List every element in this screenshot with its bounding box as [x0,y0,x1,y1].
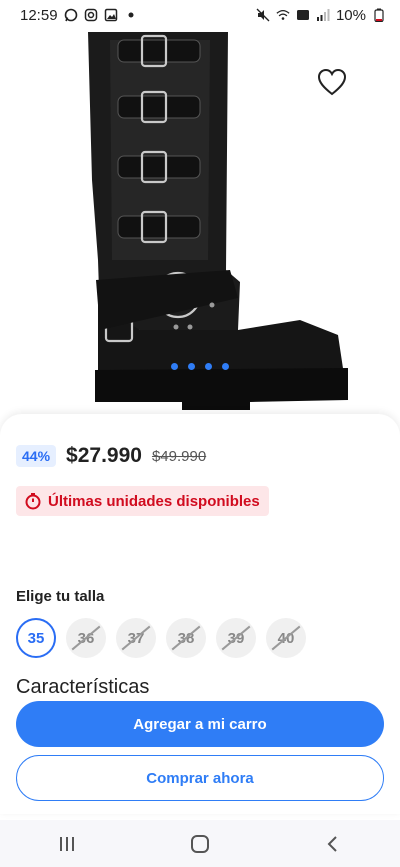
timer-icon [25,493,41,510]
carousel-dot[interactable] [205,363,212,370]
wifi-icon [276,8,290,22]
price-row: 44% $27.990 $49.990 [16,444,206,468]
notification-dot-icon [124,8,138,22]
recent-apps-button[interactable] [47,824,87,864]
product-image-gallery[interactable] [0,30,400,414]
size-option[interactable]: 35 [16,618,56,658]
gallery-icon [104,8,118,22]
signal-icon [316,8,330,22]
home-icon [190,834,209,853]
carousel-dot[interactable] [171,363,178,370]
back-button[interactable] [313,824,353,864]
status-time: 12:59 [20,6,58,24]
whatsapp-icon [64,8,78,22]
size-option[interactable]: 40 [266,618,306,658]
carousel-indicator [171,363,229,370]
size-option[interactable]: 38 [166,618,206,658]
instagram-icon [84,8,98,22]
size-option[interactable]: 36 [66,618,106,658]
home-button[interactable] [180,824,220,864]
volte-icon [296,8,310,22]
features-title: Características [16,676,150,698]
current-price: $27.990 [66,444,142,467]
battery-icon [372,8,386,22]
status-bar: 12:59 10% [0,0,400,30]
stock-alert-text: Últimas unidades disponibles [48,492,260,510]
battery-percent: 10% [335,6,366,24]
original-price: $49.990 [151,447,207,465]
recent-apps-icon [59,836,74,851]
size-option[interactable]: 39 [216,618,256,658]
size-label: Elige tu talla [16,588,105,605]
system-nav-bar [0,820,400,867]
stock-alert: Últimas unidades disponibles [16,486,269,516]
favorite-button[interactable] [316,66,348,98]
product-info-sheet [0,414,400,814]
add-to-cart-button[interactable]: Agregar a mi carro [16,701,384,747]
buy-now-button[interactable]: Comprar ahora [16,755,384,801]
carousel-dot[interactable] [222,363,229,370]
back-icon [327,835,338,852]
heart-outline-icon [317,68,347,96]
size-selector: 35 36 37 38 39 40 [16,618,306,658]
mute-icon [256,8,270,22]
discount-badge: 44% [16,445,57,467]
size-option[interactable]: 37 [116,618,156,658]
carousel-dot[interactable] [188,363,195,370]
